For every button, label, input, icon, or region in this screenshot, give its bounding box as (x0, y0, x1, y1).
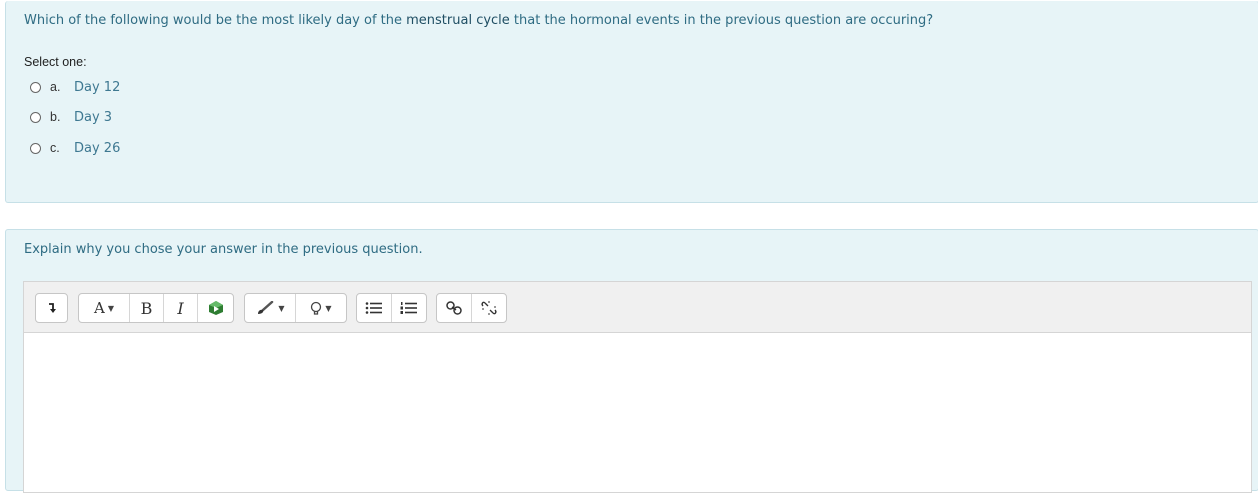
select-one-label: Select one: (24, 55, 87, 69)
paintbrush-icon (258, 301, 274, 314)
radio-button-a[interactable] (30, 81, 41, 93)
unlink-icon (481, 301, 497, 315)
radio-button-b[interactable] (30, 111, 41, 123)
option-letter-c: c. (50, 141, 60, 155)
background-color-button[interactable]: ▼ (296, 294, 346, 322)
chevron-down-icon: ▼ (325, 303, 332, 313)
font-style-button[interactable]: A ▼ (79, 294, 130, 322)
option-c[interactable]: c. Day 26 (30, 138, 120, 158)
question-2-text: Explain why you chose your answer in the… (24, 242, 423, 257)
option-letter-b: b. (50, 110, 61, 124)
italic-label: I (177, 298, 184, 318)
editor-toolbar: A ▼ B I ▼ ▼ (23, 281, 1252, 333)
toolbar-group-lists (356, 293, 427, 323)
media-button[interactable] (198, 294, 233, 322)
arrow-down-icon (48, 303, 56, 313)
chevron-down-icon: ▼ (107, 303, 114, 313)
toolbar-group-style: A ▼ B I (78, 293, 234, 323)
question-1-emphasis: menstrual cycle (406, 13, 510, 28)
italic-button[interactable]: I (164, 294, 198, 322)
option-answer-c[interactable]: Day 26 (74, 141, 120, 156)
option-answer-b[interactable]: Day 3 (74, 110, 112, 125)
lightbulb-icon (311, 301, 322, 315)
option-b[interactable]: b. Day 3 (30, 107, 112, 127)
font-style-label: A (94, 299, 105, 317)
question-2-panel: Explain why you chose your answer in the… (5, 229, 1258, 493)
radio-button-c[interactable] (30, 142, 41, 154)
collapse-button[interactable] (36, 294, 67, 322)
question-1-panel: Which of the following would be the most… (5, 1, 1258, 203)
answer-editor-area[interactable] (23, 333, 1252, 493)
link-icon (446, 301, 462, 315)
unlink-button[interactable] (472, 294, 507, 322)
toolbar-group-links (436, 293, 507, 323)
unordered-list-button[interactable] (357, 294, 392, 322)
text-color-button[interactable]: ▼ (245, 294, 296, 322)
question-1-text: Which of the following would be the most… (24, 13, 934, 28)
option-letter-a: a. (50, 80, 61, 94)
bold-label: B (140, 298, 153, 318)
link-button[interactable] (437, 294, 472, 322)
ordered-list-button[interactable] (392, 294, 427, 322)
toolbar-group-collapse (35, 293, 68, 323)
chevron-down-icon: ▼ (278, 303, 285, 313)
bold-button[interactable]: B (130, 294, 164, 322)
toolbar-group-color: ▼ ▼ (244, 293, 347, 323)
option-a[interactable]: a. Day 12 (30, 77, 120, 97)
ordered-list-icon (400, 302, 417, 314)
unordered-list-icon (365, 302, 382, 314)
media-icon (208, 301, 223, 315)
option-answer-a[interactable]: Day 12 (74, 80, 120, 95)
